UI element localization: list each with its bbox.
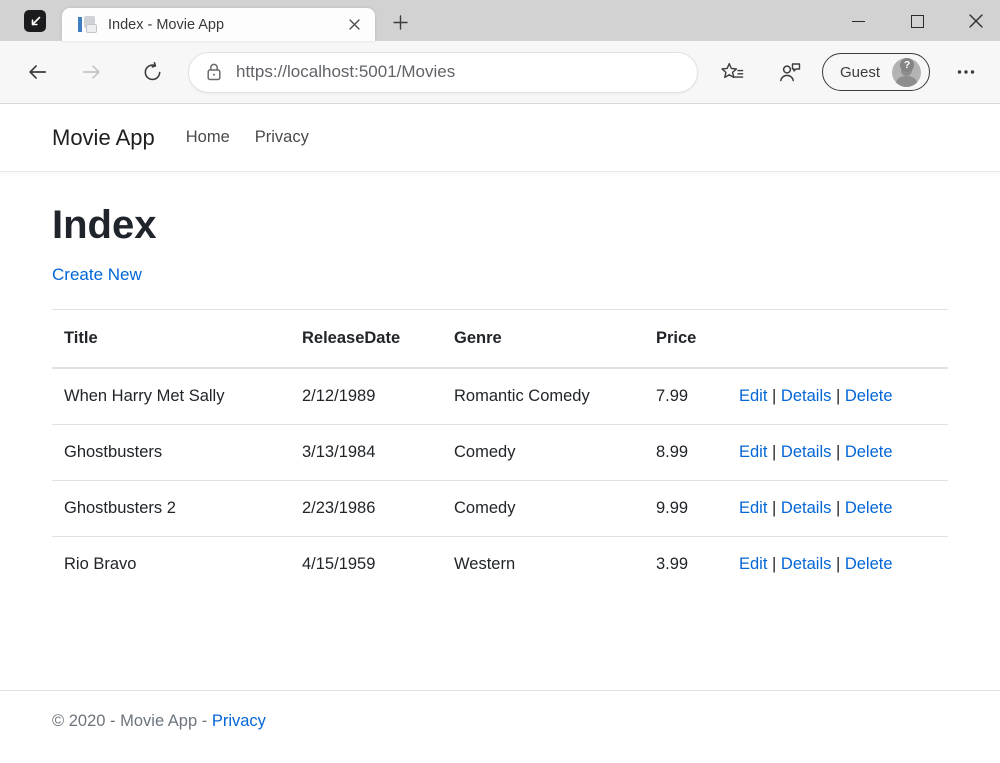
window-minimize-button[interactable] [843,6,873,36]
edit-link[interactable]: Edit [739,387,767,405]
title-bar: Index - Movie App [0,0,1000,41]
header-price: Price [644,310,727,369]
cell-title: When Harry Met Sally [52,368,290,425]
window-close-button[interactable] [961,6,991,36]
link-separator: | [772,499,776,517]
header-title: Title [52,310,290,369]
header-release-date: ReleaseDate [290,310,442,369]
nav-link-home[interactable]: Home [186,128,230,147]
header-genre: Genre [442,310,644,369]
footer-privacy-link[interactable]: Privacy [212,712,266,730]
settings-menu-button[interactable] [954,60,978,84]
tab-actions-menu-button[interactable] [24,10,46,32]
browser-window: Index - Movie App https://loca [0,0,1000,763]
link-separator: | [772,387,776,405]
forward-button [80,60,104,84]
table-row: When Harry Met Sally 2/12/1989 Romantic … [52,368,948,425]
create-new-link[interactable]: Create New [52,265,142,285]
cell-actions: Edit | Details | Delete [727,481,948,537]
feedback-person-icon[interactable] [778,60,802,84]
close-icon [969,14,983,28]
guest-avatar-icon: ? [892,58,921,87]
table-row: Ghostbusters 3/13/1984 Comedy 8.99 Edit … [52,425,948,481]
table-row: Rio Bravo 4/15/1959 Western 3.99 Edit | … [52,537,948,593]
link-separator: | [836,387,840,405]
cell-title: Ghostbusters [52,425,290,481]
header-actions [727,310,948,369]
address-bar[interactable]: https://localhost:5001/Movies [188,52,698,93]
main-content: Index Create New Title ReleaseDate Genre… [0,203,1000,592]
edit-link[interactable]: Edit [739,499,767,517]
site-footer: © 2020 - Movie App - Privacy [0,690,1000,763]
cell-release-date: 3/13/1984 [290,425,442,481]
minimize-icon [852,21,865,22]
tab-close-icon[interactable] [343,14,365,36]
back-button[interactable] [25,60,49,84]
cell-release-date: 4/15/1959 [290,537,442,593]
delete-link[interactable]: Delete [845,555,893,573]
cell-genre: Comedy [442,425,644,481]
details-link[interactable]: Details [781,555,831,573]
cell-genre: Western [442,537,644,593]
cell-price: 9.99 [644,481,727,537]
details-link[interactable]: Details [781,443,831,461]
cell-actions: Edit | Details | Delete [727,425,948,481]
cell-release-date: 2/23/1986 [290,481,442,537]
link-separator: | [772,443,776,461]
navbar-links: Home Privacy [186,128,309,147]
favorites-star-icon[interactable] [720,60,744,84]
details-link[interactable]: Details [781,499,831,517]
details-link[interactable]: Details [781,387,831,405]
url-text[interactable]: https://localhost:5001/Movies [236,62,455,82]
table-row: Ghostbusters 2 2/23/1986 Comedy 9.99 Edi… [52,481,948,537]
delete-link[interactable]: Delete [845,443,893,461]
nav-link-privacy[interactable]: Privacy [255,128,309,147]
copyright-text: © 2020 - Movie App - [52,712,207,730]
edit-link[interactable]: Edit [739,443,767,461]
new-tab-button[interactable] [386,8,414,36]
cell-release-date: 2/12/1989 [290,368,442,425]
cell-title: Rio Bravo [52,537,290,593]
cell-actions: Edit | Details | Delete [727,537,948,593]
link-separator: | [836,443,840,461]
browser-toolbar: https://localhost:5001/Movies Guest ? [0,41,1000,104]
page-content: Movie App Home Privacy Index Create New … [0,104,1000,763]
maximize-icon [911,15,924,28]
cell-actions: Edit | Details | Delete [727,368,948,425]
site-navbar: Movie App Home Privacy [0,104,1000,172]
cell-genre: Romantic Comedy [442,368,644,425]
guest-question-badge: ? [900,58,914,72]
delete-link[interactable]: Delete [845,387,893,405]
movies-table: Title ReleaseDate Genre Price When Harry… [52,309,948,592]
tab-actions-icon [29,15,42,28]
profile-label: Guest [840,64,880,81]
site-favicon-icon [78,16,98,34]
cell-price: 3.99 [644,537,727,593]
cell-price: 8.99 [644,425,727,481]
window-maximize-button[interactable] [902,6,932,36]
link-separator: | [772,555,776,573]
edit-link[interactable]: Edit [739,555,767,573]
table-header-row: Title ReleaseDate Genre Price [52,310,948,369]
cell-price: 7.99 [644,368,727,425]
browser-tab[interactable]: Index - Movie App [62,8,375,41]
cell-title: Ghostbusters 2 [52,481,290,537]
profile-button[interactable]: Guest ? [822,53,930,91]
tab-title: Index - Movie App [108,17,343,33]
link-separator: | [836,555,840,573]
page-title: Index [52,203,948,248]
navbar-brand[interactable]: Movie App [52,125,155,151]
delete-link[interactable]: Delete [845,499,893,517]
refresh-button[interactable] [140,60,164,84]
link-separator: | [836,499,840,517]
https-lock-icon[interactable] [205,62,223,82]
cell-genre: Comedy [442,481,644,537]
